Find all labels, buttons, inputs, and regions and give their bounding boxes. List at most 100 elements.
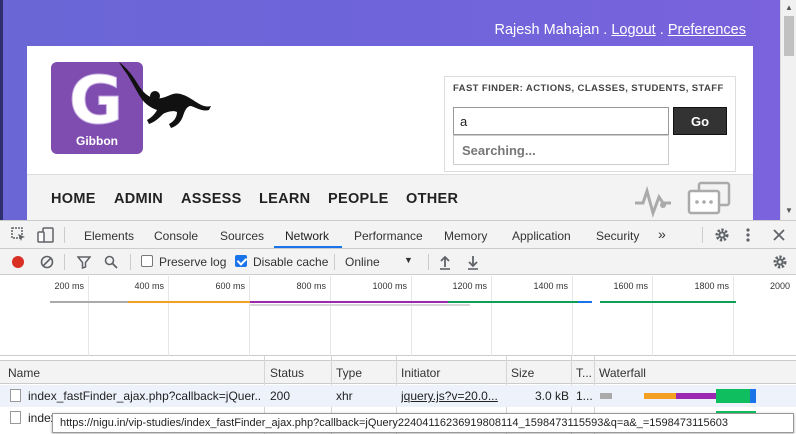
tick-label: 1000 ms — [372, 281, 407, 291]
main-nav: HOME ADMIN ASSESS LEARN PEOPLE OTHER — [27, 174, 753, 220]
timeline-gridline — [330, 276, 331, 356]
fast-finder-title: FAST FINDER: ACTIONS, CLASSES, STUDENTS,… — [453, 83, 724, 94]
column-size[interactable]: Size — [511, 366, 534, 380]
waterfall-bar — [644, 393, 676, 399]
devtools-panel: Elements Console Sources Network Perform… — [0, 220, 796, 434]
tab-console[interactable]: Console — [154, 229, 198, 243]
tick-label: 400 ms — [134, 281, 164, 291]
page-left-border — [0, 0, 3, 220]
column-name[interactable]: Name — [8, 366, 40, 380]
table-header: Name Status Type Initiator Size T... Wat… — [0, 360, 796, 384]
fast-finder-input[interactable] — [453, 107, 669, 135]
active-tab-indicator — [274, 246, 342, 248]
device-toolbar-icon[interactable] — [37, 227, 55, 243]
tick-label: 1400 ms — [533, 281, 568, 291]
tick-label: 600 ms — [215, 281, 245, 291]
network-toolbar: Preserve log Disable cache Online ▼ — [0, 249, 796, 275]
nav-assess[interactable]: ASSESS — [181, 191, 242, 207]
timeline-bar — [128, 301, 172, 303]
logo-text: Gibbon — [76, 134, 118, 148]
more-options-icon[interactable] — [744, 227, 752, 243]
filter-icon[interactable] — [77, 255, 91, 269]
file-icon — [10, 411, 21, 424]
separator: . — [655, 22, 668, 38]
tick-label: 800 ms — [296, 281, 326, 291]
timeline-gridline — [411, 276, 412, 356]
timeline-bar — [250, 301, 450, 303]
clear-icon[interactable] — [40, 255, 54, 269]
nav-admin[interactable]: ADMIN — [114, 191, 163, 207]
nav-home[interactable]: HOME — [51, 191, 96, 207]
timeline-gridline — [652, 276, 653, 356]
column-waterfall[interactable]: Waterfall — [599, 366, 646, 380]
column-initiator[interactable]: Initiator — [401, 366, 440, 380]
network-settings-gear-icon[interactable] — [772, 254, 788, 270]
go-button[interactable]: Go — [673, 107, 727, 135]
website-viewport: Rajesh Mahajan . Logout . Preferences G … — [0, 0, 780, 220]
column-status[interactable]: Status — [270, 366, 304, 380]
timeline-bar — [578, 301, 592, 303]
timeline-bar — [50, 301, 130, 303]
tick-label: 200 ms — [54, 281, 84, 291]
timeline-bar — [250, 304, 470, 306]
request-url-tooltip: https://nigu.in/vip-studies/index_fastFi… — [52, 413, 794, 433]
header-card: G Gibbon FAST FINDER: ACTIONS, CLASSES, … — [27, 46, 753, 220]
timeline-bar — [448, 301, 578, 303]
search-icon[interactable] — [104, 255, 118, 269]
tab-memory[interactable]: Memory — [444, 229, 487, 243]
waterfall-bar — [750, 389, 756, 403]
request-size: 3.0 kB — [534, 389, 569, 403]
preserve-log-checkbox[interactable] — [141, 255, 153, 267]
tab-application[interactable]: Application — [512, 229, 571, 243]
logout-link[interactable]: Logout — [611, 22, 655, 38]
scrollbar-thumb[interactable] — [784, 16, 794, 56]
network-overview-timeline[interactable]: 200 ms 400 ms 600 ms 800 ms 1000 ms 1200… — [0, 276, 796, 356]
scroll-down-arrow-icon[interactable]: ▼ — [785, 206, 793, 215]
throttling-select[interactable]: Online ▼ — [338, 251, 422, 272]
divider — [702, 227, 703, 243]
nav-other[interactable]: OTHER — [406, 191, 458, 207]
request-name[interactable]: index_fastFinder_ajax.php?callback=jQuer… — [28, 389, 260, 403]
tab-elements[interactable]: Elements — [84, 229, 134, 243]
tab-sources[interactable]: Sources — [220, 229, 264, 243]
tick-label: 1800 ms — [694, 281, 729, 291]
export-har-icon[interactable] — [466, 254, 480, 270]
nav-learn[interactable]: LEARN — [259, 191, 310, 207]
user-name: Rajesh Mahajan — [494, 22, 600, 38]
fast-finder-panel: FAST FINDER: ACTIONS, CLASSES, STUDENTS,… — [444, 76, 736, 172]
messages-icon[interactable] — [687, 181, 731, 215]
preferences-link[interactable]: Preferences — [668, 22, 746, 38]
tab-performance[interactable]: Performance — [354, 229, 423, 243]
close-devtools-icon[interactable] — [772, 228, 786, 242]
request-initiator-link[interactable]: jquery.js?v=20.0... — [401, 389, 503, 403]
nav-icons — [635, 181, 731, 218]
tick-label: 1600 ms — [613, 281, 648, 291]
column-time[interactable]: T... — [576, 366, 592, 380]
settings-gear-icon[interactable] — [714, 227, 730, 243]
record-icon[interactable] — [11, 255, 25, 269]
more-tabs-icon[interactable]: » — [658, 226, 666, 242]
divider — [428, 254, 429, 270]
user-bar: Rajesh Mahajan . Logout . Preferences — [494, 22, 746, 38]
tab-network[interactable]: Network — [285, 229, 329, 243]
inspect-element-icon[interactable] — [11, 227, 27, 243]
activity-pulse-icon[interactable] — [635, 185, 671, 218]
logo-letter: G — [68, 62, 124, 139]
import-har-icon[interactable] — [438, 254, 452, 270]
timeline-gridline — [249, 276, 250, 356]
column-type[interactable]: Type — [336, 366, 362, 380]
timeline-gridline — [168, 276, 169, 356]
page-scrollbar[interactable]: ▲ ▼ — [780, 0, 796, 220]
disable-cache-label: Disable cache — [253, 255, 329, 269]
scroll-up-arrow-icon[interactable]: ▲ — [785, 3, 793, 12]
disable-cache-checkbox[interactable] — [235, 255, 247, 267]
divider — [130, 254, 131, 270]
nav-people[interactable]: PEOPLE — [328, 191, 389, 207]
devtools-tab-bar: Elements Console Sources Network Perform… — [0, 221, 796, 249]
tab-security[interactable]: Security — [596, 229, 639, 243]
dropdown-arrow-icon: ▼ — [404, 255, 413, 265]
throttling-value: Online — [345, 255, 380, 269]
table-row[interactable]: index_fastFinder_ajax.php?callback=jQuer… — [0, 385, 796, 407]
waterfall-bar — [716, 389, 750, 403]
timeline-gridline — [572, 276, 573, 356]
